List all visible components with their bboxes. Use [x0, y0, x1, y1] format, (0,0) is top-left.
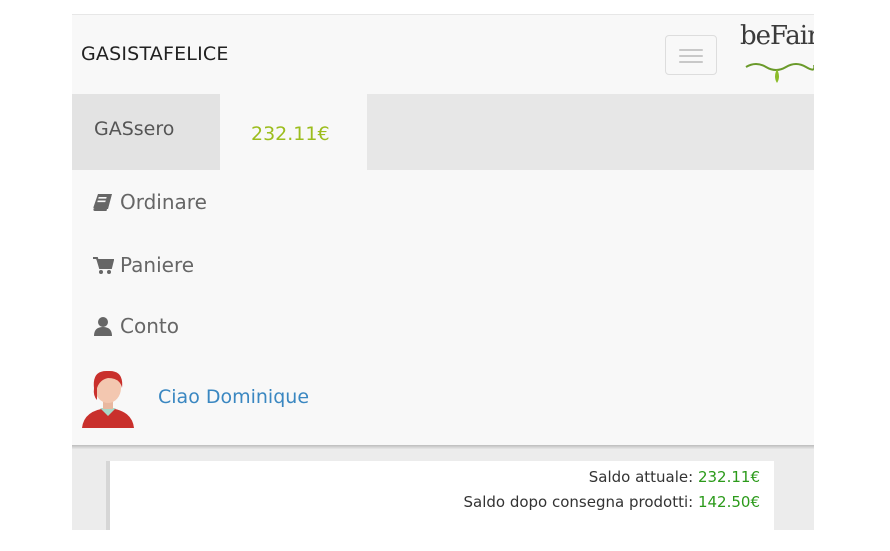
after-delivery-balance-label: Saldo dopo consegna prodotti:	[463, 493, 694, 511]
hamburger-line	[679, 49, 703, 51]
current-balance-line: Saldo attuale: 232.11€	[589, 468, 760, 486]
menu-item-paniere[interactable]: Paniere	[92, 250, 194, 280]
app-window: GASISTAFELICE beFair GASsero 232.11€ Ord…	[72, 14, 814, 530]
user-icon	[94, 317, 112, 336]
menu-toggle-button[interactable]	[665, 35, 717, 75]
menu-item-label: Conto	[120, 314, 179, 338]
cart-icon	[93, 257, 114, 274]
current-balance-label: Saldo attuale:	[588, 468, 694, 486]
balance-summary-panel: Saldo attuale: 232.11€ Saldo dopo conseg…	[106, 461, 774, 530]
user-tab[interactable]: GASsero	[72, 94, 220, 170]
balance-tab[interactable]: 232.11€	[220, 94, 367, 170]
user-balance-row: GASsero 232.11€	[72, 94, 814, 170]
avatar	[82, 370, 134, 428]
user-tab-label: GASsero	[94, 118, 175, 140]
after-delivery-balance-line: Saldo dopo consegna prodotti: 142.50€	[463, 493, 760, 511]
logo-leaf-icon	[745, 63, 814, 83]
current-balance-value: 232.11€	[697, 468, 760, 486]
user-greeting-row: Ciao Dominique	[72, 360, 814, 448]
menu-item-conto[interactable]: Conto	[92, 311, 179, 341]
menu-item-label: Paniere	[120, 253, 195, 277]
balance-value: 232.11€	[251, 123, 330, 145]
befair-logo[interactable]: beFair	[740, 21, 814, 89]
hamburger-line	[679, 61, 703, 63]
top-navbar: GASISTAFELICE beFair	[72, 14, 814, 95]
book-icon	[93, 194, 112, 211]
menu-item-ordinare[interactable]: Ordinare	[92, 187, 207, 217]
brand-title[interactable]: GASISTAFELICE	[81, 43, 229, 65]
hamburger-line	[679, 55, 703, 57]
after-delivery-balance-value: 142.50€	[697, 493, 760, 511]
greeting-link[interactable]: Ciao Dominique	[158, 386, 309, 408]
menu-item-label: Ordinare	[120, 190, 207, 214]
